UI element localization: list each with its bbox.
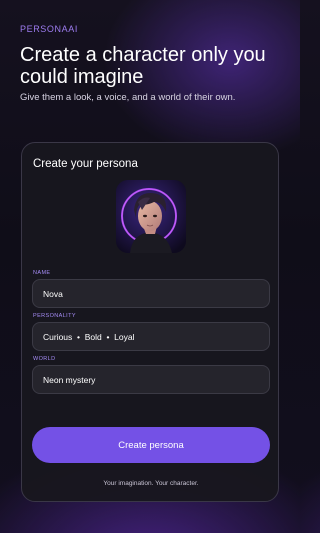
name-value: Nova <box>43 288 63 299</box>
personality-field[interactable]: Curious • Bold • Loyal <box>32 322 270 351</box>
personality-label: PERSONALITY <box>33 313 76 319</box>
persona-card: Create your persona NAME Nova PERSONALIT… <box>21 142 279 502</box>
page-tagline: Give them a look, a voice, and a world o… <box>20 92 236 103</box>
name-label: NAME <box>33 270 51 276</box>
world-value: Neon mystery <box>43 374 96 385</box>
create-persona-label: Create persona <box>118 439 184 451</box>
page-headline: Create a character only you could imagin… <box>20 44 266 88</box>
card-title: Create your persona <box>33 158 138 170</box>
persona-avatar <box>116 180 186 253</box>
personality-value: Curious • Bold • Loyal <box>43 331 135 342</box>
brand-label: PERSONAAI <box>20 24 78 34</box>
name-field[interactable]: Nova <box>32 279 270 308</box>
world-field[interactable]: Neon mystery <box>32 365 270 394</box>
world-label: WORLD <box>33 356 56 362</box>
create-persona-button[interactable]: Create persona <box>32 427 270 463</box>
footnote: Your imagination. Your character. <box>103 480 199 487</box>
